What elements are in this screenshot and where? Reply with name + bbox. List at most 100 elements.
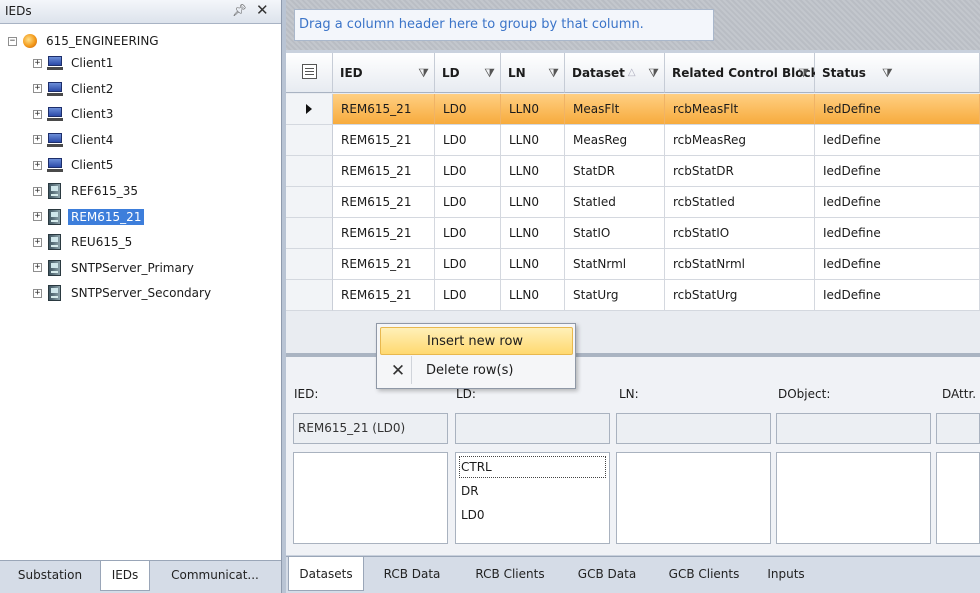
column-header-ied[interactable]: IED ⧩ — [333, 53, 435, 93]
tab-rcb-clients[interactable]: RCB Clients — [460, 557, 560, 591]
ld-list[interactable]: CTRL DR LD0 — [455, 452, 610, 544]
table-cell[interactable]: LLN0 — [501, 187, 565, 218]
tree-item[interactable]: + Client1 — [33, 52, 116, 74]
table-cell[interactable]: IedDefine — [815, 187, 980, 218]
filter-icon[interactable]: ⧩ — [418, 66, 429, 81]
tab-datasets[interactable]: Datasets — [288, 557, 364, 591]
expand-icon[interactable]: + — [33, 263, 42, 273]
ied-list[interactable] — [293, 452, 448, 544]
table-cell[interactable]: LLN0 — [501, 249, 565, 280]
table-cell[interactable]: IedDefine — [815, 125, 980, 156]
ln-filter-field[interactable] — [616, 413, 771, 444]
table-cell[interactable]: LD0 — [435, 156, 501, 187]
table-cell[interactable]: REM615_21 — [333, 94, 435, 125]
ld-filter-field[interactable] — [455, 413, 610, 444]
table-cell[interactable]: StatIed — [565, 187, 665, 218]
table-cell[interactable]: LD0 — [435, 218, 501, 249]
table-cell[interactable]: MeasReg — [565, 125, 665, 156]
table-cell[interactable]: REM615_21 — [333, 218, 435, 249]
table-cell[interactable]: rcbMeasFlt — [665, 94, 815, 125]
tree-item[interactable]: + Client4 — [33, 129, 116, 151]
ln-list[interactable] — [616, 452, 771, 544]
row-header[interactable] — [286, 249, 333, 280]
column-chooser-button[interactable] — [286, 53, 333, 93]
table-cell[interactable]: REM615_21 — [333, 156, 435, 187]
column-header-ln[interactable]: LN ⧩ — [501, 53, 565, 93]
table-cell[interactable]: rcbStatNrml — [665, 249, 815, 280]
expand-icon[interactable]: + — [33, 212, 42, 222]
table-cell[interactable]: REM615_21 — [333, 125, 435, 156]
table-cell[interactable]: REM615_21 — [333, 187, 435, 218]
table-cell[interactable]: rcbStatIed — [665, 187, 815, 218]
insert-new-row-menu-item[interactable]: Insert new row — [380, 327, 573, 355]
table-cell[interactable]: MeasFlt — [565, 94, 665, 125]
expand-icon[interactable]: + — [33, 135, 42, 145]
table-cell[interactable]: LD0 — [435, 125, 501, 156]
filter-icon[interactable]: ⧩ — [548, 66, 559, 81]
expand-icon[interactable]: + — [33, 84, 42, 94]
table-cell[interactable]: rcbStatDR — [665, 156, 815, 187]
filter-icon[interactable]: ⧩ — [484, 66, 495, 81]
table-cell[interactable]: LD0 — [435, 249, 501, 280]
column-header-ld[interactable]: LD ⧩ — [435, 53, 501, 93]
table-cell[interactable]: LLN0 — [501, 94, 565, 125]
tree-item[interactable]: + REM615_21 — [33, 206, 145, 228]
column-header-dataset[interactable]: Dataset △ ⧩ — [565, 53, 665, 93]
row-header[interactable] — [286, 156, 333, 187]
table-cell[interactable]: REM615_21 — [333, 280, 435, 311]
table-cell[interactable]: IedDefine — [815, 249, 980, 280]
column-header-status[interactable]: Status ⧩ — [815, 53, 980, 93]
table-cell[interactable]: LLN0 — [501, 218, 565, 249]
dobject-filter-field[interactable] — [776, 413, 931, 444]
table-cell[interactable]: IedDefine — [815, 156, 980, 187]
tree-root[interactable]: − 615_ENGINEERING — [8, 30, 162, 52]
ied-value-field[interactable]: REM615_21 (LD0) — [293, 413, 448, 444]
table-cell[interactable]: rcbStatIO — [665, 218, 815, 249]
row-header[interactable] — [286, 280, 333, 311]
group-by-area[interactable]: Drag a column header here to group by th… — [286, 0, 980, 50]
dattr-list[interactable] — [936, 452, 980, 544]
tab-communication[interactable]: Communicat... — [150, 561, 280, 591]
expand-icon[interactable]: + — [33, 186, 42, 196]
table-cell[interactable]: LLN0 — [501, 125, 565, 156]
tree-item[interactable]: + Client3 — [33, 103, 116, 125]
tab-rcb-data[interactable]: RCB Data — [366, 557, 458, 591]
table-cell[interactable]: LLN0 — [501, 280, 565, 311]
tree-item[interactable]: + REU615_5 — [33, 231, 135, 253]
row-header[interactable] — [286, 94, 333, 125]
table-cell[interactable]: LD0 — [435, 280, 501, 311]
tab-inputs[interactable]: Inputs — [756, 557, 816, 591]
table-cell[interactable]: REM615_21 — [333, 249, 435, 280]
tree-item[interactable]: + SNTPServer_Primary — [33, 257, 197, 279]
expand-icon[interactable]: + — [33, 109, 42, 119]
table-cell[interactable]: StatIO — [565, 218, 665, 249]
close-icon[interactable]: ✕ — [256, 1, 269, 19]
filter-icon[interactable]: ⧩ — [798, 66, 809, 81]
expand-icon[interactable]: + — [33, 288, 42, 298]
table-cell[interactable]: rcbStatUrg — [665, 280, 815, 311]
dattr-filter-field[interactable] — [936, 413, 980, 444]
tree-item[interactable]: + Client2 — [33, 78, 116, 100]
table-cell[interactable]: LLN0 — [501, 156, 565, 187]
table-cell[interactable]: IedDefine — [815, 218, 980, 249]
pin-icon[interactable]: 📌︎ — [232, 3, 247, 17]
ld-list-item-ctrl[interactable]: CTRL — [458, 455, 607, 479]
filter-icon[interactable]: ⧩ — [648, 66, 659, 81]
table-cell[interactable]: LD0 — [435, 94, 501, 125]
table-cell[interactable]: StatDR — [565, 156, 665, 187]
tab-substation[interactable]: Substation — [0, 561, 100, 591]
expand-icon[interactable]: + — [33, 237, 42, 247]
table-cell[interactable]: LD0 — [435, 187, 501, 218]
collapse-icon[interactable]: − — [8, 36, 17, 46]
tab-gcb-data[interactable]: GCB Data — [562, 557, 652, 591]
column-header-related-control-blocks[interactable]: Related Control Blocks ⧩ — [665, 53, 826, 93]
tab-ieds[interactable]: IEDs — [100, 561, 150, 591]
row-header[interactable] — [286, 125, 333, 156]
tree-item[interactable]: + REF615_35 — [33, 180, 141, 202]
table-cell[interactable]: StatNrml — [565, 249, 665, 280]
table-cell[interactable]: IedDefine — [815, 280, 980, 311]
expand-icon[interactable]: + — [33, 160, 42, 170]
row-header[interactable] — [286, 187, 333, 218]
filter-icon[interactable]: ⧩ — [882, 66, 893, 81]
expand-icon[interactable]: + — [33, 58, 42, 68]
